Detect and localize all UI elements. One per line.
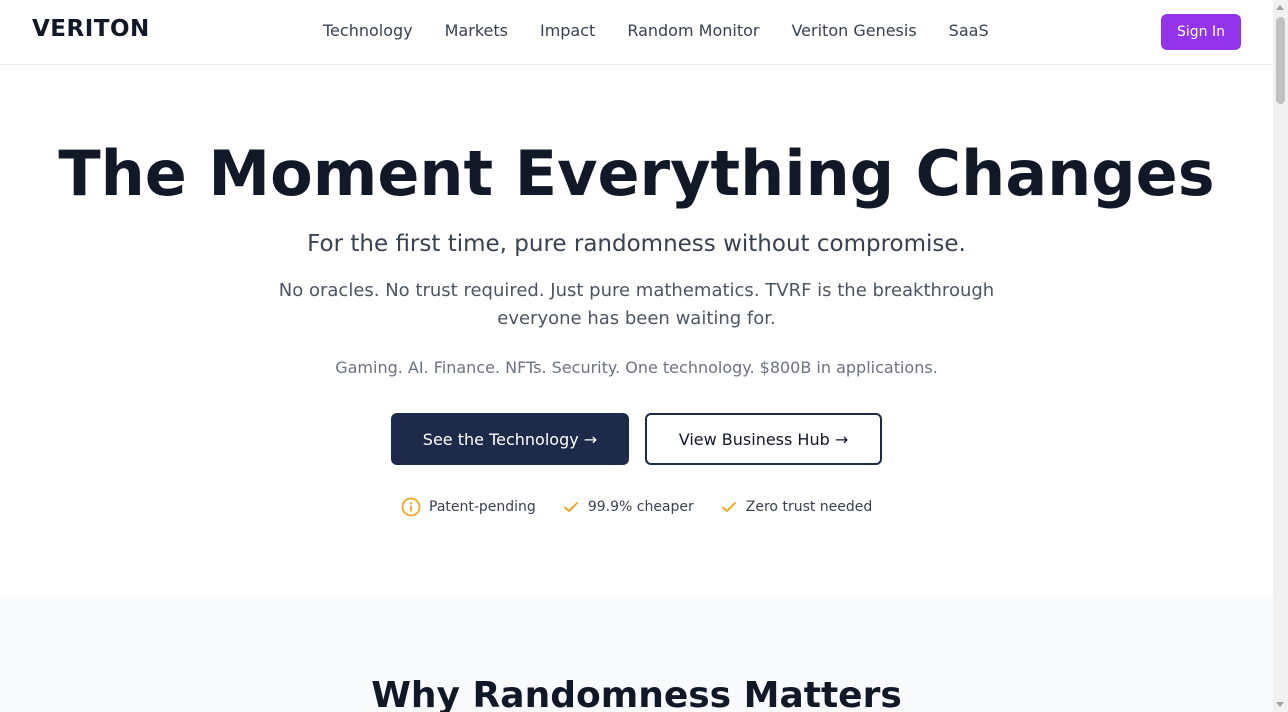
hero-description: No oracles. No trust required. Just pure…: [278, 280, 995, 329]
scrollbar-thumb[interactable]: [1276, 17, 1285, 104]
nav-random-monitor[interactable]: Random Monitor: [627, 21, 759, 41]
page-scrollbar[interactable]: [1273, 0, 1288, 712]
nav-technology[interactable]: Technology: [323, 21, 413, 41]
badge-label: Patent-pending: [429, 499, 536, 515]
check-icon: [720, 498, 738, 516]
nav-markets[interactable]: Markets: [445, 21, 508, 41]
badge-label: Zero trust needed: [745, 499, 873, 515]
nav-saas[interactable]: SaaS: [949, 21, 989, 41]
sign-in-button[interactable]: Sign In: [1161, 14, 1241, 50]
site-header: VERITON Technology Markets Impact Random…: [0, 0, 1273, 65]
nav-impact[interactable]: Impact: [540, 21, 595, 41]
scroll-down-arrow-icon[interactable]: [1276, 702, 1284, 707]
hero-section: The Moment Everything Changes For the fi…: [0, 65, 1273, 597]
badge-cheaper: 99.9% cheaper: [562, 498, 694, 516]
badge-label: 99.9% cheaper: [587, 499, 694, 515]
hero-title: The Moment Everything Changes: [58, 137, 1215, 210]
hero-subtitle: For the first time, pure randomness with…: [307, 231, 966, 257]
badge-zero-trust: Zero trust needed: [720, 498, 873, 516]
section-title: Why Randomness Matters: [371, 675, 902, 712]
hero-badges: Patent-pending 99.9% cheaper Zero trust …: [401, 497, 872, 517]
info-circle-icon: [401, 497, 421, 517]
view-business-hub-button[interactable]: View Business Hub →: [645, 413, 882, 465]
veriton-logo[interactable]: VERITON: [32, 16, 150, 42]
nav-veriton-genesis[interactable]: Veriton Genesis: [791, 21, 916, 41]
badge-patent-pending: Patent-pending: [401, 497, 536, 517]
check-icon: [562, 498, 580, 516]
see-technology-button[interactable]: See the Technology →: [391, 413, 629, 465]
scroll-up-arrow-icon[interactable]: [1276, 5, 1284, 10]
why-randomness-section: Why Randomness Matters: [0, 597, 1273, 712]
hero-applications: Gaming. AI. Finance. NFTs. Security. One…: [335, 358, 938, 377]
main-nav: Technology Markets Impact Random Monitor…: [323, 21, 989, 41]
